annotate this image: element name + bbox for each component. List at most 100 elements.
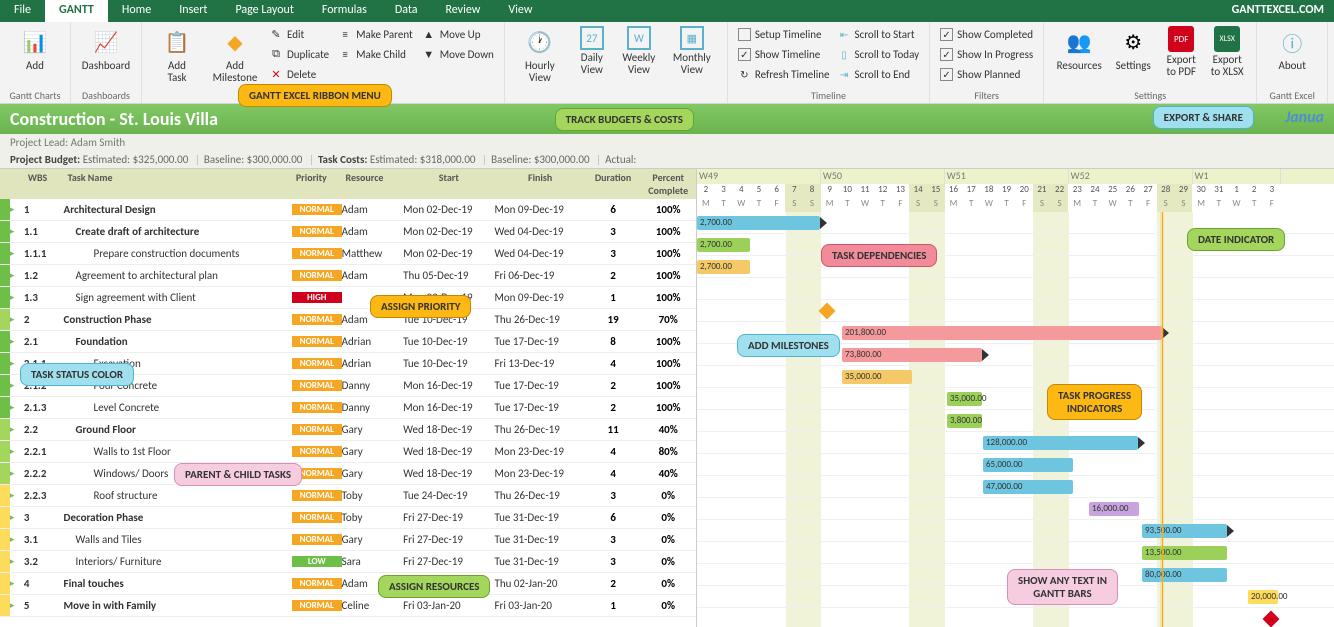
table-row[interactable]: ▸4Final touchesNORMALAdamThu 02-Jan-20Th…	[0, 573, 696, 595]
gantt-bar[interactable]: 47,000.00	[983, 480, 1073, 494]
scroll-today-button[interactable]: ▯Scroll to Today	[834, 44, 924, 64]
table-row[interactable]: ▸2.2Ground FloorNORMALGaryWed 18-Dec-19T…	[0, 419, 696, 441]
table-row[interactable]: ▸2Construction PhaseNORMALAdamTue 10-Dec…	[0, 309, 696, 331]
about-button[interactable]: ⓘAbout	[1263, 24, 1321, 89]
gantt-row[interactable]: 3,800.00	[697, 410, 1334, 432]
expand-icon[interactable]: ▸	[10, 446, 24, 457]
table-row[interactable]: ▸5Move in with FamilyNORMALCelineFri 03-…	[0, 595, 696, 617]
setup-timeline-button[interactable]: Setup Timeline	[734, 24, 834, 44]
menu-insert[interactable]: Insert	[165, 0, 221, 22]
make-parent-button[interactable]: ≡Make Parent	[333, 24, 417, 44]
expand-icon[interactable]: ▸	[10, 336, 24, 347]
add-chart-button[interactable]: 📊 Add	[6, 24, 64, 89]
scroll-start-button[interactable]: ⇤Scroll to Start	[834, 24, 924, 44]
gantt-bar[interactable]: 2,700.00	[697, 238, 750, 252]
add-task-button[interactable]: 📋 Add Task	[148, 24, 206, 89]
gantt-row[interactable]: 128,000.00	[697, 432, 1334, 454]
expand-icon[interactable]: ▸	[10, 402, 24, 413]
show-timeline-check[interactable]: ✓Show Timeline	[734, 44, 834, 64]
menu-gantt[interactable]: GANTT	[45, 0, 108, 22]
add-milestone-button[interactable]: ◆ Add Milestone	[206, 24, 264, 89]
gantt-row[interactable]: 16,000.00	[697, 498, 1334, 520]
gantt-bar[interactable]: 20,000.00	[1248, 590, 1278, 604]
table-row[interactable]: ▸2.2.2Windows/ DoorsNORMALGaryWed 18-Dec…	[0, 463, 696, 485]
expand-icon[interactable]: ▸	[10, 512, 24, 523]
col-task-name[interactable]: Task Name	[64, 171, 292, 184]
gantt-bar[interactable]: 73,800.00	[842, 348, 982, 362]
col-duration[interactable]: Duration	[586, 171, 641, 184]
table-row[interactable]: ▸1.2Agreement to architectural planNORMA…	[0, 265, 696, 287]
gantt-bar[interactable]: 80,000.00	[1142, 568, 1227, 582]
table-row[interactable]: ▸2.1FoundationNORMALAdrianTue 10-Dec-19T…	[0, 331, 696, 353]
duplicate-button[interactable]: ⧉Duplicate	[264, 44, 333, 64]
gantt-bar[interactable]: 3,800.00	[947, 414, 982, 428]
daily-view-button[interactable]: 27Daily View	[569, 24, 615, 89]
expand-icon[interactable]: ▸	[10, 270, 24, 281]
expand-icon[interactable]: ▸	[10, 556, 24, 567]
expand-icon[interactable]: ▸	[10, 314, 24, 325]
monthly-view-button[interactable]: ▦Monthly View	[663, 24, 721, 89]
refresh-timeline-button[interactable]: ↻Refresh Timeline	[734, 64, 834, 84]
gantt-bar[interactable]: 93,500.00	[1142, 524, 1227, 538]
show-in-progress-check[interactable]: ✓Show In Progress	[936, 44, 1037, 64]
gantt-row[interactable]: 2,700.00	[697, 256, 1334, 278]
menu-review[interactable]: Review	[431, 0, 494, 22]
gantt-bar[interactable]: 13,500.00	[1142, 546, 1227, 560]
gantt-row[interactable]: 93,500.00	[697, 520, 1334, 542]
gantt-row[interactable]	[697, 278, 1334, 300]
expand-icon[interactable]: ▸	[10, 204, 24, 215]
show-completed-check[interactable]: ✓Show Completed	[936, 24, 1037, 44]
menu-home[interactable]: Home	[108, 0, 165, 22]
expand-icon[interactable]: ▸	[10, 490, 24, 501]
gantt-row[interactable]	[697, 608, 1334, 627]
col-priority[interactable]: Priority	[292, 171, 342, 184]
gantt-row[interactable]: 35,000.00	[697, 388, 1334, 410]
move-down-button[interactable]: ▼Move Down	[417, 44, 498, 64]
gantt-bar[interactable]: 35,000.00	[842, 370, 912, 384]
gantt-bar[interactable]: 128,000.00	[983, 436, 1138, 450]
milestone-diamond[interactable]	[819, 303, 836, 320]
table-row[interactable]: ▸1.3Sign agreement with ClientHIGHMon 09…	[0, 287, 696, 309]
col-resource[interactable]: Resource	[342, 171, 404, 184]
menu-file[interactable]: File	[0, 0, 45, 22]
col-wbs[interactable]: WBS	[24, 171, 64, 184]
menu-view[interactable]: View	[494, 0, 546, 22]
gantt-bar[interactable]: 2,700.00	[697, 216, 820, 230]
gantt-bar[interactable]: 35,000.00	[947, 392, 982, 406]
gantt-bars-area[interactable]: 2,700.002,700.002,700.00201,800.0073,800…	[697, 212, 1334, 627]
gantt-bar[interactable]: 65,000.00	[983, 458, 1073, 472]
table-row[interactable]: ▸2.1.3Level ConcreteNORMALDannyMon 16-De…	[0, 397, 696, 419]
weekly-view-button[interactable]: WWeekly View	[615, 24, 663, 89]
show-planned-check[interactable]: ✓Show Planned	[936, 64, 1037, 84]
move-up-button[interactable]: ▲Move Up	[417, 24, 498, 44]
gantt-bar[interactable]: 2,700.00	[697, 260, 750, 274]
export-pdf-button[interactable]: PDFExport to PDF	[1158, 24, 1204, 89]
table-row[interactable]: ▸3Decoration PhaseNORMALTobyFri 27-Dec-1…	[0, 507, 696, 529]
table-row[interactable]: ▸1.1Create draft of architectureNORMALAd…	[0, 221, 696, 243]
resources-button[interactable]: 👥Resources	[1050, 24, 1108, 89]
scroll-end-button[interactable]: ⇥Scroll to End	[834, 64, 924, 84]
expand-icon[interactable]: ▸	[10, 424, 24, 435]
make-child-button[interactable]: ≡Make Child	[333, 44, 417, 64]
table-row[interactable]: ▸1.1.1Prepare construction documentsNORM…	[0, 243, 696, 265]
edit-button[interactable]: ✎Edit	[264, 24, 333, 44]
menu-data[interactable]: Data	[381, 0, 432, 22]
expand-icon[interactable]: ▸	[10, 578, 24, 589]
gantt-row[interactable]	[697, 300, 1334, 322]
export-xlsx-button[interactable]: XLSXExport to XLSX	[1204, 24, 1250, 89]
gantt-row[interactable]: 35,000.00	[697, 366, 1334, 388]
expand-icon[interactable]: ▸	[10, 534, 24, 545]
col-start[interactable]: Start	[403, 171, 494, 184]
delete-button[interactable]: ✕Delete	[264, 64, 333, 84]
expand-icon[interactable]: ▸	[10, 292, 24, 303]
expand-icon[interactable]: ▸	[10, 600, 24, 611]
menu-formulas[interactable]: Formulas	[308, 0, 381, 22]
table-row[interactable]: ▸2.2.1Walls to 1st FloorNORMALGaryWed 18…	[0, 441, 696, 463]
dashboard-button[interactable]: 📈 Dashboard	[77, 24, 135, 89]
table-row[interactable]: ▸3.1Walls and TilesNORMALGaryFri 27-Dec-…	[0, 529, 696, 551]
menu-page-layout[interactable]: Page Layout	[221, 0, 307, 22]
table-row[interactable]: ▸1Architectural DesignNORMALAdamMon 02-D…	[0, 199, 696, 221]
gantt-row[interactable]: 47,000.00	[697, 476, 1334, 498]
expand-icon[interactable]: ▸	[10, 226, 24, 237]
expand-icon[interactable]: ▸	[10, 468, 24, 479]
